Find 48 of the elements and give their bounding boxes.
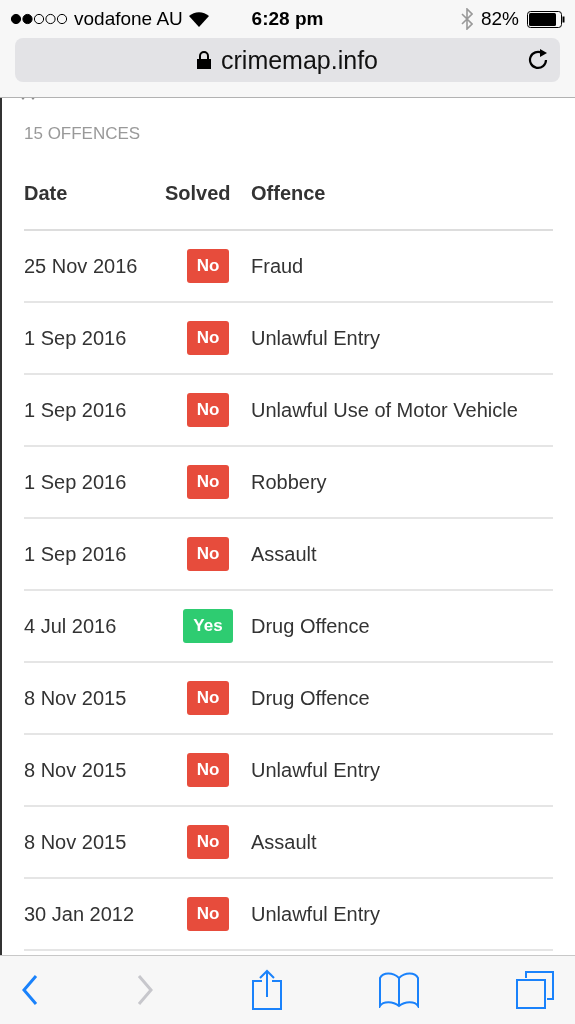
solved-badge: No xyxy=(186,825,230,859)
offence-cell: Unlawful Use of Motor Vehicle xyxy=(251,374,553,446)
signal-icon xyxy=(10,13,68,25)
battery-icon xyxy=(527,10,565,28)
date-cell: 30 Jan 2012 xyxy=(24,878,165,950)
offence-cell: Unlawful Entry xyxy=(251,302,553,374)
bookmarks-button[interactable] xyxy=(377,972,420,1008)
date-cell: 25 Nov 2016 xyxy=(24,230,165,302)
solved-badge: No xyxy=(186,897,230,931)
solved-badge: No xyxy=(186,393,230,427)
bluetooth-icon xyxy=(460,8,473,30)
reload-icon[interactable] xyxy=(528,49,550,71)
carrier-name: vodafone AU xyxy=(74,8,183,30)
solved-badge: No xyxy=(186,537,230,571)
lock-icon xyxy=(197,51,211,69)
offence-cell: Drug Offence xyxy=(251,590,553,662)
offence-cell: Drug Offence xyxy=(251,662,553,734)
date-cell: 8 Nov 2015 xyxy=(24,662,165,734)
date-cell: 4 Jul 2016 xyxy=(24,590,165,662)
column-header: Offence xyxy=(251,158,553,230)
date-cell: 1 Sep 2016 xyxy=(24,302,165,374)
back-button[interactable] xyxy=(20,973,40,1007)
date-cell: 1 Sep 2016 xyxy=(24,446,165,518)
battery-percent: 82% xyxy=(480,8,519,30)
solved-badge: No xyxy=(186,321,230,355)
solved-badge: No xyxy=(186,681,230,715)
solved-badge: Yes xyxy=(183,609,233,643)
solved-badge: No xyxy=(186,249,230,283)
tabs-button[interactable] xyxy=(515,970,555,1010)
offence-cell: Unlawful Entry xyxy=(251,734,553,806)
column-header: Date xyxy=(24,158,165,230)
solved-badge: No xyxy=(186,753,230,787)
wifi-icon xyxy=(188,11,209,27)
offence-cell: Assault xyxy=(251,518,553,590)
clock-time: 6:28 pm xyxy=(251,8,324,29)
offence-cell: Robbery xyxy=(251,446,553,518)
date-cell: 8 Nov 2015 xyxy=(24,806,165,878)
offence-count: 15 OFFENCES xyxy=(24,124,141,143)
date-cell: 1 Sep 2016 xyxy=(24,518,165,590)
solved-badge: No xyxy=(186,465,230,499)
address-bar[interactable]: crimemap.info xyxy=(15,38,560,82)
offence-cell: Unlawful Entry xyxy=(251,878,553,950)
column-header: Solved xyxy=(165,158,251,230)
share-button[interactable] xyxy=(250,969,283,1011)
offence-cell: Assault xyxy=(251,806,553,878)
date-cell: 8 Nov 2015 xyxy=(24,734,165,806)
date-cell: 1 Sep 2016 xyxy=(24,374,165,446)
offence-cell: Fraud xyxy=(251,230,553,302)
